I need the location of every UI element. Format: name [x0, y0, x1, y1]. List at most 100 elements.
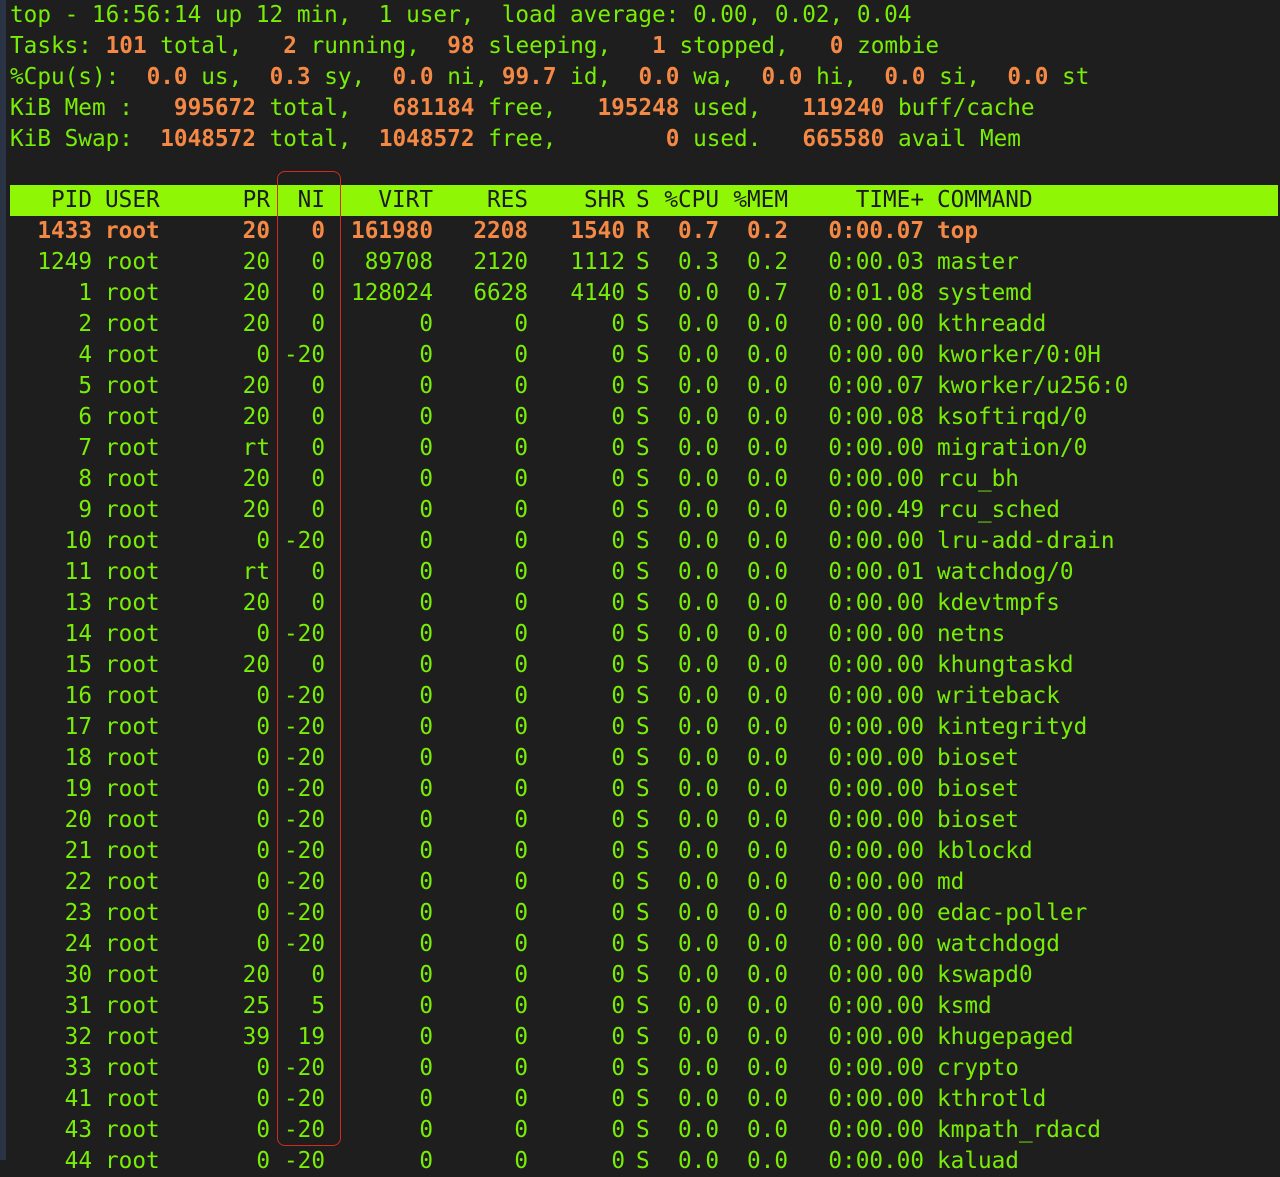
cell-res: 0: [440, 1084, 528, 1115]
cell-state: S: [636, 371, 656, 402]
cell-shr: 0: [530, 836, 625, 867]
cell-res: 0: [440, 805, 528, 836]
cell-pr: 20: [200, 495, 270, 526]
cell-pr: 0: [200, 929, 270, 960]
col-header-user[interactable]: USER: [105, 185, 185, 216]
cell-state: S: [636, 991, 656, 1022]
col-header-ni[interactable]: NI: [270, 185, 325, 216]
col-header-res[interactable]: RES: [440, 185, 528, 216]
cell-cpu: 0.0: [656, 712, 719, 743]
cell-command: kswapd0: [937, 960, 1267, 991]
cell-pid: 24: [10, 929, 92, 960]
cell-virt: 0: [330, 371, 433, 402]
window-edge: [0, 0, 6, 1160]
cell-cpu: 0.0: [656, 1115, 719, 1146]
cell-command: bioset: [937, 774, 1267, 805]
cell-command: kblockd: [937, 836, 1267, 867]
cell-user: root: [105, 588, 185, 619]
cell-shr: 0: [530, 557, 625, 588]
col-header-shr[interactable]: SHR: [530, 185, 625, 216]
cell-ni: -20: [270, 340, 325, 371]
cell-state: S: [636, 774, 656, 805]
cell-user: root: [105, 495, 185, 526]
cell-mem: 0.0: [724, 557, 788, 588]
cell-mem: 0.7: [724, 278, 788, 309]
cell-ni: 0: [270, 464, 325, 495]
cell-cpu: 0.0: [656, 557, 719, 588]
cell-command: kthrotld: [937, 1084, 1267, 1115]
cell-command: ksmd: [937, 991, 1267, 1022]
cell-command: kdevtmpfs: [937, 588, 1267, 619]
cell-shr: 0: [530, 1146, 625, 1177]
cell-res: 0: [440, 495, 528, 526]
cell-virt: 0: [330, 495, 433, 526]
cell-cpu: 0.0: [656, 1022, 719, 1053]
cell-pr: 0: [200, 526, 270, 557]
cell-cpu: 0.0: [656, 836, 719, 867]
cell-ni: -20: [270, 1053, 325, 1084]
cell-pid: 9: [10, 495, 92, 526]
cell-mem: 0.0: [724, 588, 788, 619]
cell-cpu: 0.0: [656, 1146, 719, 1177]
cell-pid: 17: [10, 712, 92, 743]
cell-virt: 0: [330, 929, 433, 960]
cell-cpu: 0.0: [656, 309, 719, 340]
cell-command: kworker/u256:0: [937, 371, 1267, 402]
col-header-pr[interactable]: PR: [200, 185, 270, 216]
cell-pid: 10: [10, 526, 92, 557]
cell-time: 0:00.00: [790, 743, 924, 774]
col-header-state[interactable]: S: [636, 185, 656, 216]
cell-user: root: [105, 1115, 185, 1146]
cell-time: 0:00.00: [790, 526, 924, 557]
cell-mem: 0.0: [724, 650, 788, 681]
cell-state: S: [636, 402, 656, 433]
cell-ni: 0: [270, 557, 325, 588]
cell-user: root: [105, 371, 185, 402]
cell-pr: 0: [200, 836, 270, 867]
cell-mem: 0.0: [724, 1022, 788, 1053]
col-header-command[interactable]: COMMAND: [937, 185, 1237, 216]
cell-time: 0:00.00: [790, 650, 924, 681]
cell-virt: 0: [330, 1022, 433, 1053]
cell-pr: 20: [200, 464, 270, 495]
cell-shr: 0: [530, 309, 625, 340]
cell-virt: 161980: [330, 216, 433, 247]
cell-mem: 0.0: [724, 1053, 788, 1084]
cell-virt: 0: [330, 1115, 433, 1146]
cell-res: 2120: [440, 247, 528, 278]
cell-shr: 0: [530, 495, 625, 526]
col-header-cpu[interactable]: %CPU: [656, 185, 719, 216]
cell-mem: 0.0: [724, 619, 788, 650]
cell-pid: 13: [10, 588, 92, 619]
cell-command: watchdogd: [937, 929, 1267, 960]
cell-shr: 0: [530, 1084, 625, 1115]
cell-user: root: [105, 867, 185, 898]
cell-mem: 0.0: [724, 681, 788, 712]
cell-virt: 0: [330, 898, 433, 929]
cell-time: 0:00.00: [790, 681, 924, 712]
cell-shr: 0: [530, 743, 625, 774]
cell-user: root: [105, 774, 185, 805]
cell-state: S: [636, 960, 656, 991]
cell-command: khungtaskd: [937, 650, 1267, 681]
cell-state: S: [636, 247, 656, 278]
cell-command: master: [937, 247, 1267, 278]
cell-ni: -20: [270, 712, 325, 743]
cell-pid: 8: [10, 464, 92, 495]
cell-res: 0: [440, 588, 528, 619]
col-header-virt[interactable]: VIRT: [330, 185, 433, 216]
cell-time: 0:00.00: [790, 1115, 924, 1146]
cell-state: S: [636, 1022, 656, 1053]
cell-mem: 0.0: [724, 960, 788, 991]
cpu-line: %Cpu(s): 0.0 us, 0.3 sy, 0.0 ni, 99.7 id…: [10, 62, 1089, 93]
cell-mem: 0.0: [724, 836, 788, 867]
col-header-mem[interactable]: %MEM: [724, 185, 788, 216]
cell-res: 0: [440, 867, 528, 898]
col-header-pid[interactable]: PID: [10, 185, 92, 216]
cell-command: watchdog/0: [937, 557, 1267, 588]
cell-shr: 0: [530, 371, 625, 402]
col-header-time[interactable]: TIME+: [790, 185, 924, 216]
cell-user: root: [105, 991, 185, 1022]
cell-command: bioset: [937, 805, 1267, 836]
cell-time: 0:00.03: [790, 247, 924, 278]
